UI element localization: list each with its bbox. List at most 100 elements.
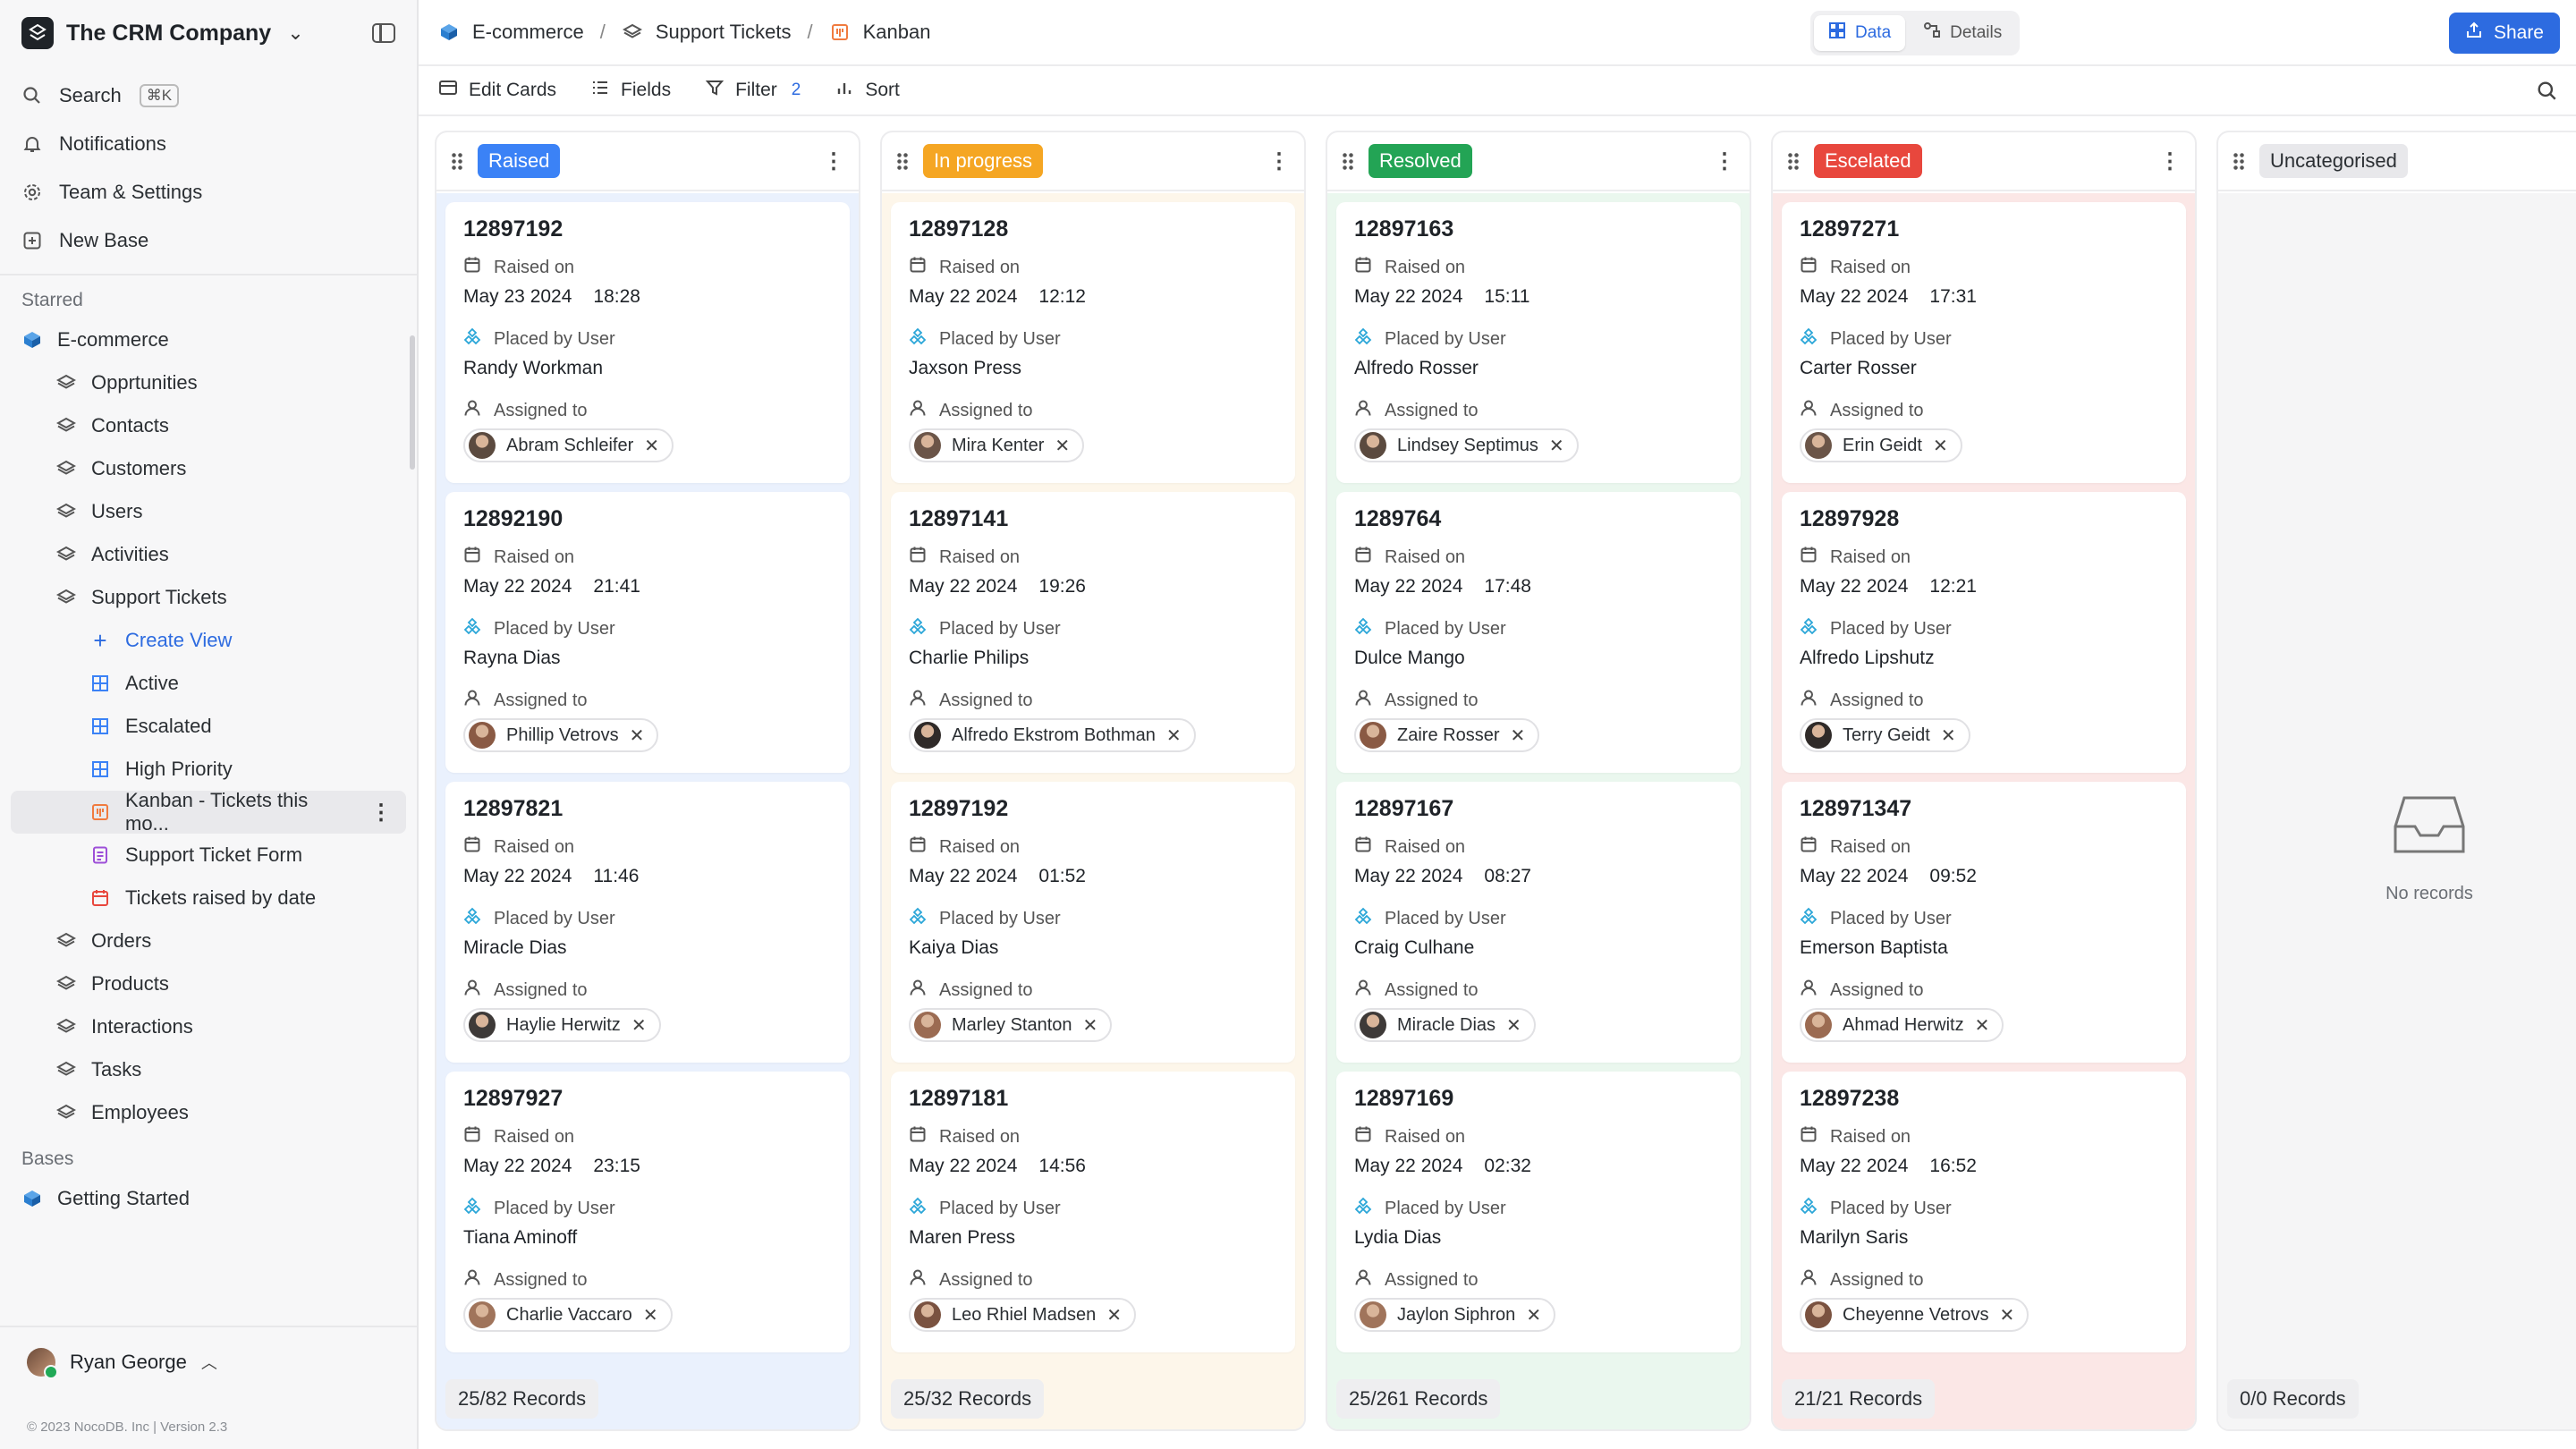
assignee-chip[interactable]: Miracle Dias ✕ [1354,1008,1536,1042]
close-icon[interactable]: ✕ [644,435,659,457]
assignee-chip[interactable]: Ahmad Herwitz ✕ [1800,1008,2004,1042]
close-icon[interactable]: ✕ [1510,724,1525,747]
search-menu-item[interactable]: Search ⌘K [0,72,417,120]
tab-details[interactable]: Details [1909,15,2016,51]
notifications-menu-item[interactable]: Notifications [0,120,417,168]
ticket-card[interactable]: 12897163 Raised on May 22 2024 15:11 Placed … [1336,202,1741,483]
ticket-card[interactable]: 12897167 Raised on May 22 2024 08:27 Placed … [1336,782,1741,1063]
breadcrumb-base[interactable]: E-commerce [472,21,584,44]
user-menu[interactable]: Ryan George ︿ [0,1326,417,1397]
ticket-card[interactable]: 12897927 Raised on May 22 2024 23:15 Placed … [445,1072,850,1352]
more-vertical-icon[interactable]: ⋮ [2159,148,2181,174]
assignee-name: Cheyenne Vetrovs [1843,1304,1989,1325]
ticket-card[interactable]: 12897141 Raised on May 22 2024 19:26 Placed … [891,492,1295,773]
ticket-card[interactable]: 12897238 Raised on May 22 2024 16:52 Placed … [1782,1072,2186,1352]
table-item-support-tickets[interactable]: Support Tickets [0,576,417,619]
close-icon[interactable]: ✕ [1506,1014,1521,1037]
ticket-card[interactable]: 12897821 Raised on May 22 2024 11:46 Placed … [445,782,850,1063]
table-item-contacts[interactable]: Contacts [0,404,417,447]
close-icon[interactable]: ✕ [1055,435,1070,457]
assignee-chip[interactable]: Mira Kenter ✕ [909,428,1085,462]
assignee-chip[interactable]: Lindsey Septimus ✕ [1354,428,1579,462]
ticket-card[interactable]: 12897192 Raised on May 23 2024 18:28 Placed … [445,202,850,483]
table-item-activities[interactable]: Activities [0,533,417,576]
view-item-kanban[interactable]: Kanban - Tickets this mo... ⋮ [11,789,406,835]
breadcrumb-view[interactable]: Kanban [863,21,931,44]
assignee-chip[interactable]: Cheyenne Vetrovs ✕ [1800,1298,2029,1332]
drag-handle-icon[interactable] [2233,152,2245,170]
assignee-chip[interactable]: Abram Schleifer ✕ [463,428,674,462]
table-item-interactions[interactable]: Interactions [0,1005,417,1048]
view-item-escalated[interactable]: Escalated [0,705,417,748]
share-button[interactable]: Share [2448,13,2560,54]
assignee-chip[interactable]: Phillip Vetrovs ✕ [463,718,659,752]
assigned-to-label: Assigned to [1354,686,1723,715]
table-item-orders[interactable]: Orders [0,919,417,962]
ticket-card[interactable]: 12892190 Raised on May 22 2024 21:41 Placed … [445,492,850,773]
ticket-card[interactable]: 12897271 Raised on May 22 2024 17:31 Placed … [1782,202,2186,483]
close-icon[interactable]: ✕ [1975,1014,1990,1037]
drag-handle-icon[interactable] [896,152,909,170]
create-view-button[interactable]: + Create View [0,619,417,662]
close-icon[interactable]: ✕ [1106,1304,1122,1326]
more-vertical-icon[interactable]: ⋮ [823,148,844,174]
close-icon[interactable]: ✕ [631,1014,647,1037]
table-item-opportunities[interactable]: Opprtunities [0,361,417,404]
assignee-chip[interactable]: Leo Rhiel Madsen ✕ [909,1298,1136,1332]
assignee-chip[interactable]: Erin Geidt ✕ [1800,428,1962,462]
table-item-products[interactable]: Products [0,962,417,1005]
assignee-chip[interactable]: Jaylon Siphron ✕ [1354,1298,1556,1332]
table-item-customers[interactable]: Customers [0,447,417,490]
fields-button[interactable]: Fields [590,78,671,103]
assignee-chip[interactable]: Zaire Rosser ✕ [1354,718,1540,752]
drag-handle-icon[interactable] [1342,152,1354,170]
view-item-high-priority[interactable]: High Priority [0,748,417,791]
ticket-card[interactable]: 12897181 Raised on May 22 2024 14:56 Placed … [891,1072,1295,1352]
ticket-card[interactable]: 12897928 Raised on May 22 2024 12:21 Placed … [1782,492,2186,773]
workspace-header[interactable]: The CRM Company ⌄ [0,0,417,66]
chevron-down-icon[interactable]: ⌄ [287,21,303,45]
breadcrumb-table[interactable]: Support Tickets [656,21,792,44]
assignee-chip[interactable]: Alfredo Ekstrom Bothman ✕ [909,718,1196,752]
base-item-ecommerce[interactable]: E-commerce [0,318,417,361]
close-icon[interactable]: ✕ [630,724,645,747]
ticket-card[interactable]: 12897192 Raised on May 22 2024 01:52 Placed … [891,782,1295,1063]
tab-data[interactable]: Data [1814,15,1906,51]
team-settings-menu-item[interactable]: Team & Settings [0,168,417,216]
ticket-card[interactable]: 128971347 Raised on May 22 2024 09:52 Placed… [1782,782,2186,1063]
table-item-tasks[interactable]: Tasks [0,1048,417,1091]
more-vertical-icon[interactable]: ⋮ [1714,148,1735,174]
assignee-chip[interactable]: Marley Stanton ✕ [909,1008,1113,1042]
assignee-chip[interactable]: Charlie Vaccaro ✕ [463,1298,673,1332]
new-base-menu-item[interactable]: New Base [0,216,417,265]
ticket-card[interactable]: 12897128 Raised on May 22 2024 12:12 Placed … [891,202,1295,483]
drag-handle-icon[interactable] [451,152,463,170]
close-icon[interactable]: ✕ [1526,1304,1541,1326]
base-item-getting-started[interactable]: Getting Started [0,1177,417,1220]
ticket-card[interactable]: 1289764 Raised on May 22 2024 17:48 Placed b… [1336,492,1741,773]
sidebar-scrollbar[interactable] [410,335,415,470]
more-vertical-icon[interactable]: ⋮ [370,800,392,826]
view-item-calendar[interactable]: Tickets raised by date [0,877,417,919]
drag-handle-icon[interactable] [1787,152,1800,170]
assignee-chip[interactable]: Terry Geidt ✕ [1800,718,1970,752]
close-icon[interactable]: ✕ [1999,1304,2014,1326]
table-item-employees[interactable]: Employees [0,1091,417,1134]
close-icon[interactable]: ✕ [1933,435,1948,457]
close-icon[interactable]: ✕ [1941,724,1956,747]
close-icon[interactable]: ✕ [1549,435,1564,457]
assignee-chip[interactable]: Haylie Herwitz ✕ [463,1008,661,1042]
table-item-users[interactable]: Users [0,490,417,533]
sidebar-toggle-icon[interactable] [372,23,395,43]
edit-cards-button[interactable]: Edit Cards [438,78,556,103]
close-icon[interactable]: ✕ [1083,1014,1098,1037]
view-item-active[interactable]: Active [0,662,417,705]
more-vertical-icon[interactable]: ⋮ [1268,148,1290,174]
view-item-form[interactable]: Support Ticket Form [0,834,417,877]
filter-button[interactable]: Filter 2 [705,78,801,103]
ticket-card[interactable]: 12897169 Raised on May 22 2024 02:32 Placed … [1336,1072,1741,1352]
close-icon[interactable]: ✕ [643,1304,658,1326]
close-icon[interactable]: ✕ [1166,724,1182,747]
sort-button[interactable]: Sort [835,78,900,103]
search-icon[interactable] [2537,80,2558,106]
